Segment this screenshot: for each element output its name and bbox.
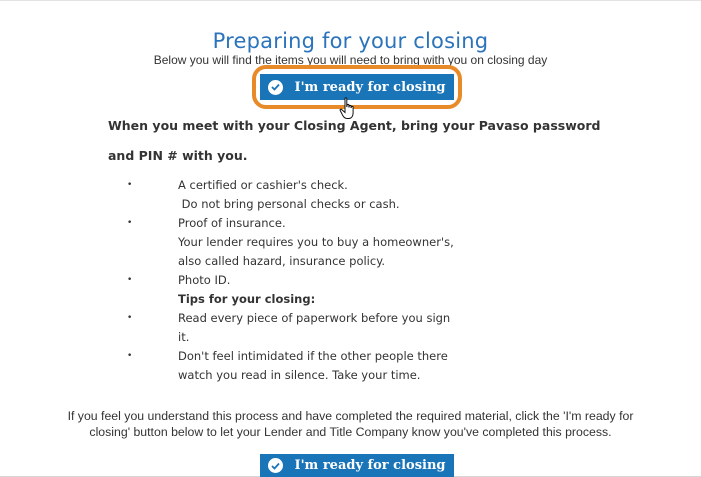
ready-button-label: I'm ready for closing [294, 79, 446, 95]
list-item: Read every piece of paperwork before you… [178, 311, 451, 325]
tips-heading: Tips for your closing: [178, 292, 316, 306]
list-item-note: Do not bring personal checks or cash. [178, 197, 400, 211]
list-item-note: it. [178, 330, 190, 344]
intro-line-2: and PIN # with you. [108, 148, 248, 163]
list-item: A certified or cashier's check. [178, 178, 348, 192]
closing-note-line-1: If you feel you understand this process … [67, 409, 634, 423]
closing-note-line-2: closing' button below to let your Lender… [89, 425, 612, 439]
ready-button-label: I'm ready for closing [294, 458, 446, 473]
list-item: Proof of insurance. [178, 216, 286, 230]
ready-for-closing-button-bottom[interactable]: I'm ready for closing [260, 454, 454, 477]
list-bullet: • [127, 275, 133, 285]
intro-line-1: When you meet with your Closing Agent, b… [108, 118, 601, 133]
list-item-note: also called hazard, insurance policy. [178, 254, 386, 268]
list-item: Don't feel intimidated if the other peop… [178, 349, 448, 363]
list-item: Photo ID. [178, 273, 231, 287]
closing-instructions: If you feel you understand this process … [0, 408, 701, 440]
list-item-note: Your lender requires you to buy a homeow… [178, 235, 454, 249]
page-title: Preparing for your closing [212, 29, 489, 53]
list-item-note: watch you read in silence. Take your tim… [178, 368, 421, 382]
list-bullet: • [127, 218, 133, 228]
list-bullet: • [127, 313, 133, 323]
intro-instructions: When you meet with your Closing Agent, b… [108, 111, 628, 171]
closing-preparation-panel: Preparing for your closing Below you wil… [0, 0, 701, 477]
check-circle-icon [268, 79, 284, 95]
list-bullet: • [127, 351, 133, 361]
page-subtitle: Below you will find the items you will n… [153, 53, 548, 67]
list-bullet: • [127, 180, 133, 190]
check-circle-icon [268, 458, 284, 473]
